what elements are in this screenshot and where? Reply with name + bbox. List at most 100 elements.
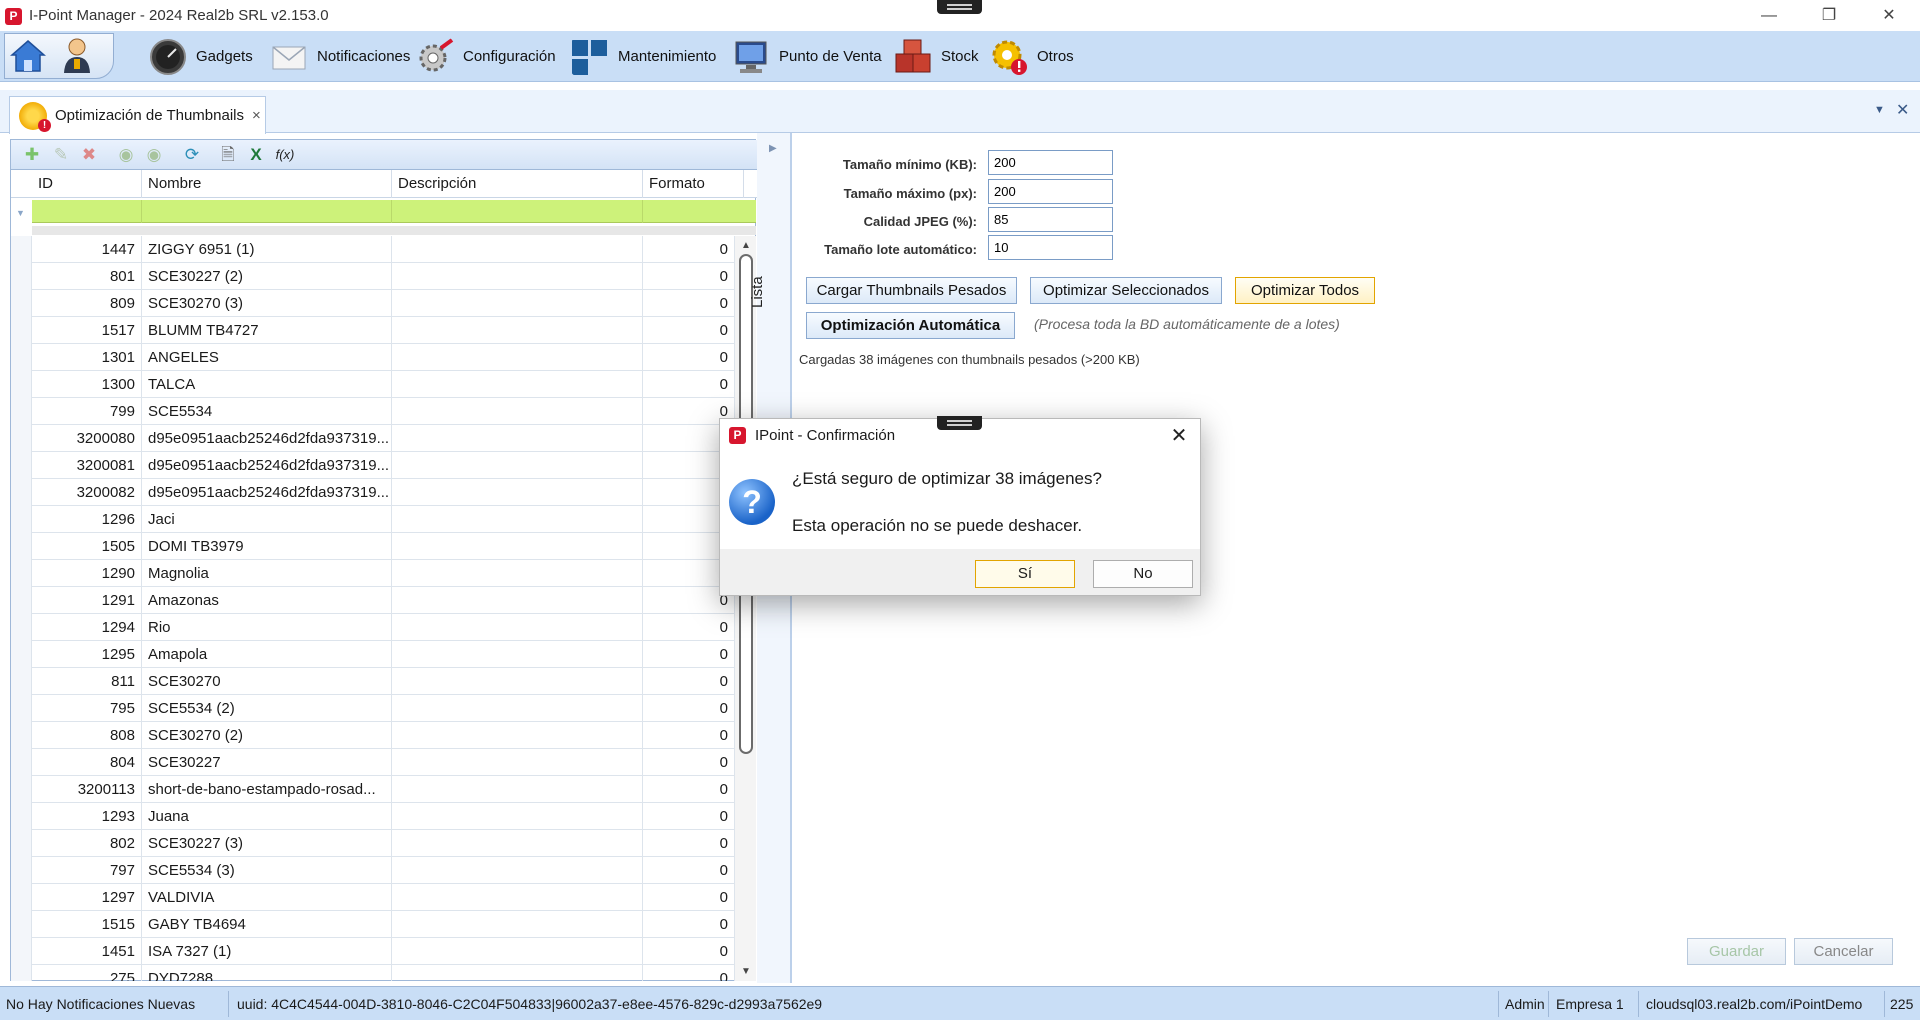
table-row[interactable]: 1517 BLUMM TB4727 0 (11, 317, 734, 344)
row-selector[interactable] (11, 911, 32, 938)
grid-vertical-scrollbar[interactable]: ▲ ▼ (734, 236, 756, 981)
tab-list-dropdown-icon[interactable]: ▼ (1874, 104, 1885, 116)
close-window-button[interactable]: ✕ (1860, 0, 1918, 31)
table-row[interactable]: 3200082 d95e0951aacb25246d2fda937319... (11, 479, 734, 506)
table-row[interactable]: 1294 Rio 0 (11, 614, 734, 641)
close-all-tabs-icon[interactable]: ✕ (1896, 100, 1909, 120)
toolbar-notificaciones[interactable]: Notificaciones (270, 31, 410, 82)
table-row[interactable]: 808 SCE30270 (2) 0 (11, 722, 734, 749)
min-size-input[interactable] (988, 150, 1113, 175)
yes-button[interactable]: Sí (975, 560, 1075, 588)
scroll-up-icon[interactable]: ▲ (741, 240, 751, 251)
filter-row[interactable] (32, 200, 756, 223)
column-header-id[interactable]: ID (32, 170, 142, 198)
optimize-all-button[interactable]: Optimizar Todos (1235, 277, 1375, 304)
scroll-down-icon[interactable]: ▼ (741, 966, 751, 977)
filter-cell-nombre[interactable] (142, 200, 392, 223)
max-size-input[interactable] (988, 179, 1113, 204)
filter-cell-id[interactable] (32, 200, 142, 223)
jpeg-quality-input[interactable] (988, 207, 1113, 232)
tab-optimizacion-thumbnails[interactable]: ! Optimización de Thumbnails × (9, 96, 266, 134)
automatic-optimization-button[interactable]: Optimización Automática (806, 312, 1015, 339)
filter-cell-descripcion[interactable] (392, 200, 643, 223)
move-up-icon[interactable]: ◉ (115, 144, 137, 166)
row-selector[interactable] (11, 560, 32, 587)
table-row[interactable]: 809 SCE30270 (3) 0 (11, 290, 734, 317)
table-row[interactable]: 1296 Jaci (11, 506, 734, 533)
row-selector[interactable] (11, 776, 32, 803)
add-icon[interactable]: ✚ (21, 144, 43, 166)
table-row[interactable]: 3200081 d95e0951aacb25246d2fda937319... (11, 452, 734, 479)
row-selector[interactable] (11, 749, 32, 776)
table-row[interactable]: 1295 Amapola 0 (11, 641, 734, 668)
row-selector[interactable] (11, 938, 32, 965)
row-selector[interactable] (11, 344, 32, 371)
table-row[interactable]: 1293 Juana 0 (11, 803, 734, 830)
toolbar-stock[interactable]: Stock (894, 31, 979, 82)
row-selector[interactable] (11, 884, 32, 911)
delete-icon[interactable]: ✖ (78, 144, 100, 166)
toolbar-mantenimiento[interactable]: Mantenimiento (571, 31, 716, 82)
snap-grip[interactable] (937, 0, 982, 14)
column-header-formato[interactable]: Formato (643, 170, 744, 198)
edit-icon[interactable]: ✎ (50, 144, 72, 166)
table-row[interactable]: 1447 ZIGGY 6951 (1) 0 (11, 236, 734, 263)
table-row[interactable]: 1290 Magnolia (11, 560, 734, 587)
table-row[interactable]: 804 SCE30227 0 (11, 749, 734, 776)
table-row[interactable]: 1301 ANGELES 0 (11, 344, 734, 371)
table-row[interactable]: 3200113 short-de-bano-estampado-rosad... 0 (11, 776, 734, 803)
minimize-button[interactable]: — (1740, 0, 1798, 31)
table-row[interactable]: 801 SCE30227 (2) 0 (11, 263, 734, 290)
table-row[interactable]: 3200080 d95e0951aacb25246d2fda937319... (11, 425, 734, 452)
auto-batch-size-input[interactable] (988, 235, 1113, 260)
save-button[interactable]: Guardar (1687, 938, 1786, 965)
status-notifications[interactable]: No Hay Notificaciones Nuevas (6, 987, 195, 1021)
user-icon[interactable] (60, 37, 94, 75)
row-selector[interactable] (11, 722, 32, 749)
cancel-button[interactable]: Cancelar (1794, 938, 1893, 965)
row-selector[interactable] (11, 641, 32, 668)
table-row[interactable]: 275 DYD7288 0 (11, 965, 734, 981)
column-header-descripcion[interactable]: Descripción (392, 170, 643, 198)
table-row[interactable]: 1300 TALCA 0 (11, 371, 734, 398)
table-row[interactable]: 1451 ISA 7327 (1) 0 (11, 938, 734, 965)
row-selector[interactable] (11, 695, 32, 722)
row-selector[interactable] (11, 371, 32, 398)
table-row[interactable]: 1291 Amazonas 0 (11, 587, 734, 614)
filter-cell-formato[interactable] (643, 200, 756, 223)
row-selector[interactable] (11, 614, 32, 641)
table-row[interactable]: 1297 VALDIVIA 0 (11, 884, 734, 911)
dialog-close-icon[interactable]: ✕ (1164, 422, 1194, 450)
row-selector[interactable] (11, 425, 32, 452)
row-selector[interactable] (11, 452, 32, 479)
table-row[interactable]: 802 SCE30227 (3) 0 (11, 830, 734, 857)
row-selector[interactable] (11, 263, 32, 290)
toolbar-otros[interactable]: Otros (990, 31, 1074, 82)
row-selector[interactable] (11, 290, 32, 317)
toolbar-punto-de-venta[interactable]: Punto de Venta (732, 31, 882, 82)
row-selector[interactable] (11, 668, 32, 695)
excel-export-icon[interactable]: X (245, 144, 267, 166)
formula-icon[interactable]: f(x) (274, 144, 296, 166)
no-button[interactable]: No (1093, 560, 1193, 588)
dialog-snap-grip[interactable] (937, 416, 982, 430)
row-selector[interactable] (11, 587, 32, 614)
move-down-icon[interactable]: ◉ (143, 144, 165, 166)
table-row[interactable]: 1505 DOMI TB3979 (11, 533, 734, 560)
table-row[interactable]: 1515 GABY TB4694 0 (11, 911, 734, 938)
column-header-nombre[interactable]: Nombre (142, 170, 392, 198)
row-selector[interactable] (11, 803, 32, 830)
row-selector[interactable] (11, 317, 32, 344)
table-row[interactable]: 795 SCE5534 (2) 0 (11, 695, 734, 722)
row-selector[interactable] (11, 506, 32, 533)
row-selector[interactable] (11, 533, 32, 560)
table-row[interactable]: 799 SCE5534 0 (11, 398, 734, 425)
row-selector[interactable] (11, 479, 32, 506)
document-icon[interactable]: 🗎 (217, 144, 239, 166)
row-selector[interactable] (11, 398, 32, 425)
toolbar-gadgets[interactable]: Gadgets (149, 31, 253, 82)
optimize-selected-button[interactable]: Optimizar Seleccionados (1030, 277, 1222, 304)
table-row[interactable]: 797 SCE5534 (3) 0 (11, 857, 734, 884)
table-row[interactable]: 811 SCE30270 0 (11, 668, 734, 695)
toolbar-configuracion[interactable]: Configuración (416, 31, 556, 82)
